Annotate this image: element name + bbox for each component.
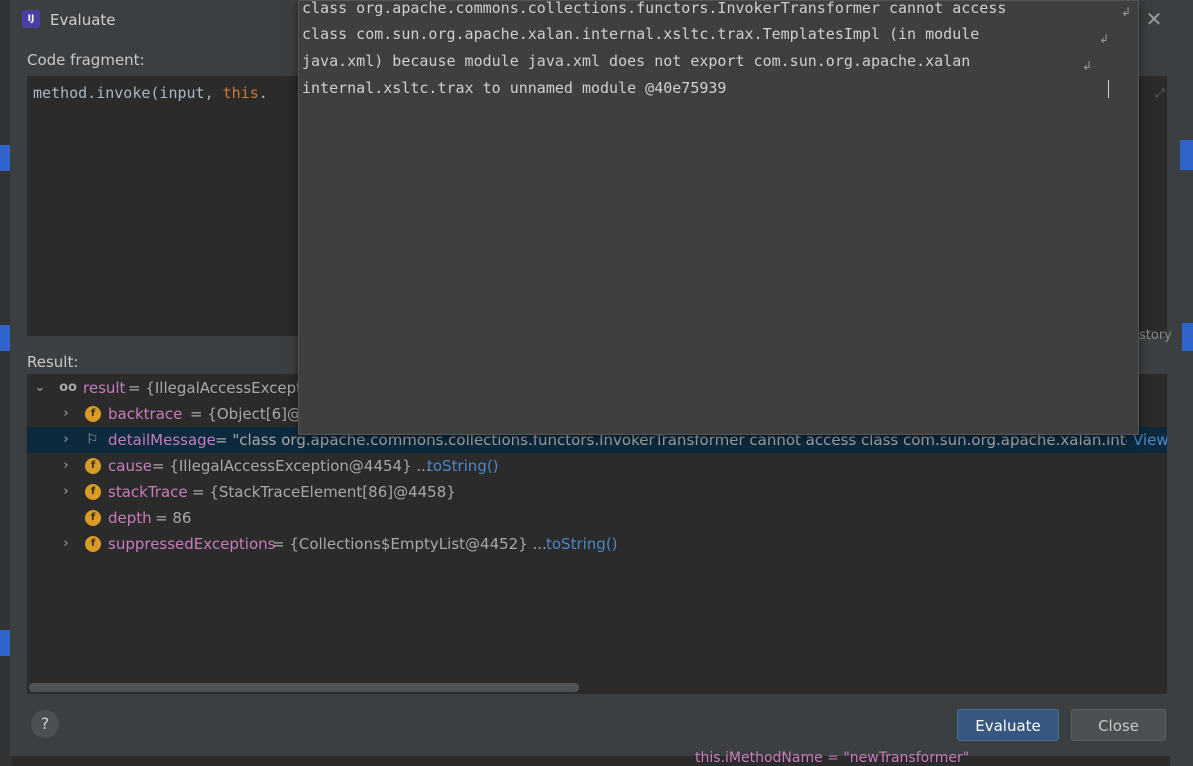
var-value: = 86 [155,509,192,527]
tostring-link[interactable]: toString() [427,453,499,479]
ide-right-edge [1170,0,1193,766]
dialog-title: Evaluate [50,11,116,29]
chevron-right-icon[interactable]: › [59,531,73,557]
evaluate-button[interactable]: Evaluate [957,709,1059,741]
var-value: = {IllegalAccessException@4454} ... [152,457,431,475]
ide-left-highlight [0,325,10,351]
var-value: = {IllegalAccessExcepti [128,379,307,397]
tostring-link[interactable]: toString() [546,531,618,557]
history-link[interactable]: story [1139,328,1172,343]
tree-row[interactable]: › f stackTrace = {StackTraceElement[86]@… [27,479,1167,505]
ide-right-highlight [1180,140,1193,170]
var-name: result [83,379,126,397]
soft-wrap-icon: ↲ [1121,5,1132,19]
popup-line: class com.sun.org.apache.xalan.internal.… [302,25,980,43]
popup-line: java.xml) because module java.xml does n… [302,52,971,70]
soft-wrap-icon: ↲ [1082,59,1093,73]
result-label: Result: [27,353,79,371]
code-suffix: . [258,84,268,102]
var-name: cause [108,457,152,475]
field-icon: f [85,406,101,422]
var-name: stackTrace [108,483,188,501]
code-keyword: this [222,84,259,102]
tree-row[interactable]: › f cause = {IllegalAccessException@4454… [27,453,1167,479]
ide-right-highlight [1182,323,1193,351]
tree-row[interactable]: › f suppressedExceptions = {Collections$… [27,531,1167,557]
var-value: = {Object[6]@4 [190,405,312,423]
field-icon: f [85,484,101,500]
ide-background-variable: this.iMethodName = "newTransformer" [695,750,970,766]
field-icon: f [85,458,101,474]
var-name: backtrace [108,405,183,423]
chevron-right-icon[interactable]: › [59,479,73,505]
watch-glasses-icon: oo [59,380,77,395]
field-icon: f [85,536,101,552]
close-icon[interactable]: ✕ [1143,8,1165,30]
ide-left-highlight [0,630,10,656]
help-button[interactable]: ? [31,710,59,738]
code-text: method.invoke(input, this. [33,84,268,102]
var-name: detailMessage [108,431,216,449]
popup-line: class org.apache.commons.collections.fun… [302,0,1007,17]
var-name: depth [108,509,152,527]
var-value: = {Collections$EmptyList@4452} ... [272,535,547,553]
text-caret [1108,80,1109,98]
ide-left-highlight [0,145,10,171]
code-fragment-label: Code fragment: [27,51,145,69]
flag-icon: ⚐ [86,432,99,448]
intellij-icon: IJ [22,10,40,28]
soft-wrap-icon: ↲ [1099,32,1110,46]
chevron-right-icon[interactable]: › [59,401,73,427]
var-name: suppressedExceptions [108,535,276,553]
chevron-right-icon[interactable]: › [59,427,73,453]
horizontal-scrollbar[interactable] [29,683,579,692]
expand-icon[interactable]: ⤢ [1155,86,1165,101]
var-value: = {StackTraceElement[86]@4458} [192,483,456,501]
chevron-down-icon[interactable]: ⌄ [33,375,47,401]
tree-row[interactable]: f depth = 86 [27,505,1167,531]
popup-line: internal.xsltc.trax to unnamed module @4… [302,79,727,97]
value-popup[interactable]: class org.apache.commons.collections.fun… [298,0,1139,435]
close-button[interactable]: Close [1071,709,1166,741]
code-prefix: method.invoke(input, [33,84,223,102]
chevron-right-icon[interactable]: › [59,453,73,479]
field-icon: f [85,510,101,526]
